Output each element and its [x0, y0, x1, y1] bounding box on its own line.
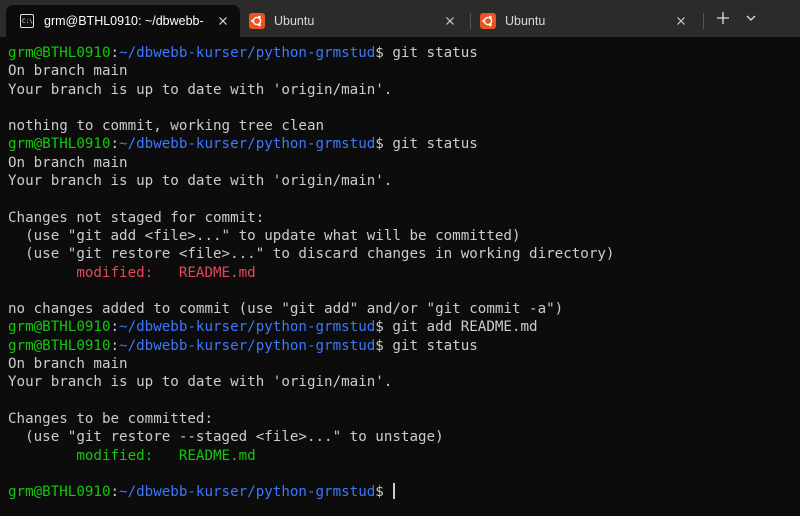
prompt-line: grm@BTHL0910:~/dbwebb-kurser/python-grms…: [8, 318, 798, 336]
tab-title: grm@BTHL0910: ~/dbwebb-k: [44, 14, 204, 28]
prompt-user-host: grm@BTHL0910: [8, 136, 111, 153]
output-text: On branch main: [8, 63, 128, 80]
modified-file-text: modified: README.md: [8, 447, 256, 464]
prompt-user-host: grm@BTHL0910: [8, 337, 111, 354]
prompt-symbol: $: [375, 136, 384, 153]
text-cursor: [393, 483, 396, 500]
prompt-separator: :: [110, 319, 120, 336]
prompt-line: grm@BTHL0910:~/dbwebb-kurser/python-grms…: [8, 483, 798, 501]
prompt-user-host: grm@BTHL0910: [8, 45, 111, 61]
tab-bar: C:\ grm@BTHL0910: ~/dbwebb-k Ubuntu Ubun…: [0, 0, 800, 37]
output-line: On branch main: [8, 154, 798, 172]
modified-file-text: modified: README.md: [8, 264, 256, 281]
ubuntu-icon: [480, 13, 496, 29]
modified-file-line: modified: README.md: [8, 264, 798, 282]
output-text: Changes to be committed:: [8, 410, 213, 427]
command-text: git add README.md: [383, 319, 538, 336]
output-line: On branch main: [8, 355, 798, 373]
output-line: Changes not staged for commit:: [8, 209, 798, 227]
output-line: Changes to be committed:: [8, 410, 798, 428]
prompt-path: ~/dbwebb-kurser/python-grmstud: [119, 337, 376, 354]
tab-terminal-active[interactable]: C:\ grm@BTHL0910: ~/dbwebb-k: [6, 5, 240, 37]
output-text: Your branch is up to date with 'origin/m…: [8, 374, 393, 391]
output-text: (use "git restore --staged <file>..." to…: [8, 429, 444, 446]
output-line: (use "git add <file>..." to update what …: [8, 227, 798, 245]
output-text: (use "git add <file>..." to update what …: [8, 227, 521, 244]
output-text: no changes added to commit (use "git add…: [8, 301, 564, 318]
prompt-separator: :: [110, 45, 120, 61]
prompt-path: ~/dbwebb-kurser/python-grmstud: [119, 484, 376, 501]
command-text: git status: [383, 45, 478, 61]
terminal-output[interactable]: grm@BTHL0910:~/dbwebb-kurser/python-grms…: [8, 44, 798, 501]
command-text: [384, 484, 393, 500]
svg-text:C:\: C:\: [22, 18, 33, 25]
command-prompt-icon: C:\: [20, 14, 34, 28]
output-text: On branch main: [8, 356, 128, 373]
output-line: On branch main: [8, 62, 798, 80]
prompt-symbol: $: [375, 484, 384, 501]
prompt-line: grm@BTHL0910:~/dbwebb-kurser/python-grms…: [8, 337, 798, 355]
prompt-separator: :: [110, 484, 120, 501]
tab-title: Ubuntu: [274, 14, 315, 28]
tab-title: Ubuntu: [505, 14, 546, 28]
close-icon[interactable]: [443, 14, 457, 28]
output-line: nothing to commit, working tree clean: [8, 117, 798, 135]
output-line: no changes added to commit (use "git add…: [8, 300, 798, 318]
output-line: Your branch is up to date with 'origin/m…: [8, 373, 798, 391]
prompt-path: ~/dbwebb-kurser/python-grmstud: [119, 45, 376, 61]
new-tab-plus-icon[interactable]: [715, 10, 731, 26]
prompt-separator: :: [110, 337, 120, 354]
output-text: On branch main: [8, 154, 128, 171]
prompt-symbol: $: [375, 319, 384, 336]
close-icon[interactable]: [674, 14, 688, 28]
ubuntu-icon: [249, 13, 265, 29]
prompt-user-host: grm@BTHL0910: [8, 319, 111, 336]
output-text: (use "git restore <file>..." to discard …: [8, 246, 615, 263]
prompt-user-host: grm@BTHL0910: [8, 484, 111, 501]
tab-divider: [703, 13, 704, 29]
prompt-symbol: $: [375, 337, 384, 354]
output-text: nothing to commit, working tree clean: [8, 118, 325, 135]
output-line: Your branch is up to date with 'origin/m…: [8, 172, 798, 190]
prompt-line: grm@BTHL0910:~/dbwebb-kurser/python-grms…: [8, 44, 798, 62]
prompt-separator: :: [110, 136, 120, 153]
prompt-line: grm@BTHL0910:~/dbwebb-kurser/python-grms…: [8, 135, 798, 153]
tab-ubuntu-1[interactable]: Ubuntu: [240, 5, 468, 37]
output-line: (use "git restore <file>..." to discard …: [8, 245, 798, 263]
close-icon[interactable]: [216, 14, 230, 28]
command-text: git status: [383, 337, 478, 354]
output-line: Your branch is up to date with 'origin/m…: [8, 81, 798, 99]
tab-ubuntu-2[interactable]: Ubuntu: [471, 5, 699, 37]
output-text: Your branch is up to date with 'origin/m…: [8, 173, 393, 190]
prompt-path: ~/dbwebb-kurser/python-grmstud: [119, 136, 376, 153]
terminal-window: C:\ grm@BTHL0910: ~/dbwebb-k Ubuntu Ubun…: [0, 0, 800, 516]
prompt-path: ~/dbwebb-kurser/python-grmstud: [119, 319, 376, 336]
output-text: Your branch is up to date with 'origin/m…: [8, 81, 393, 98]
command-text: git status: [383, 136, 478, 153]
chevron-down-icon[interactable]: [743, 10, 759, 26]
output-text: Changes not staged for commit:: [8, 209, 265, 226]
output-line: (use "git restore --staged <file>..." to…: [8, 428, 798, 446]
modified-file-line: modified: README.md: [8, 447, 798, 465]
prompt-symbol: $: [375, 45, 384, 61]
